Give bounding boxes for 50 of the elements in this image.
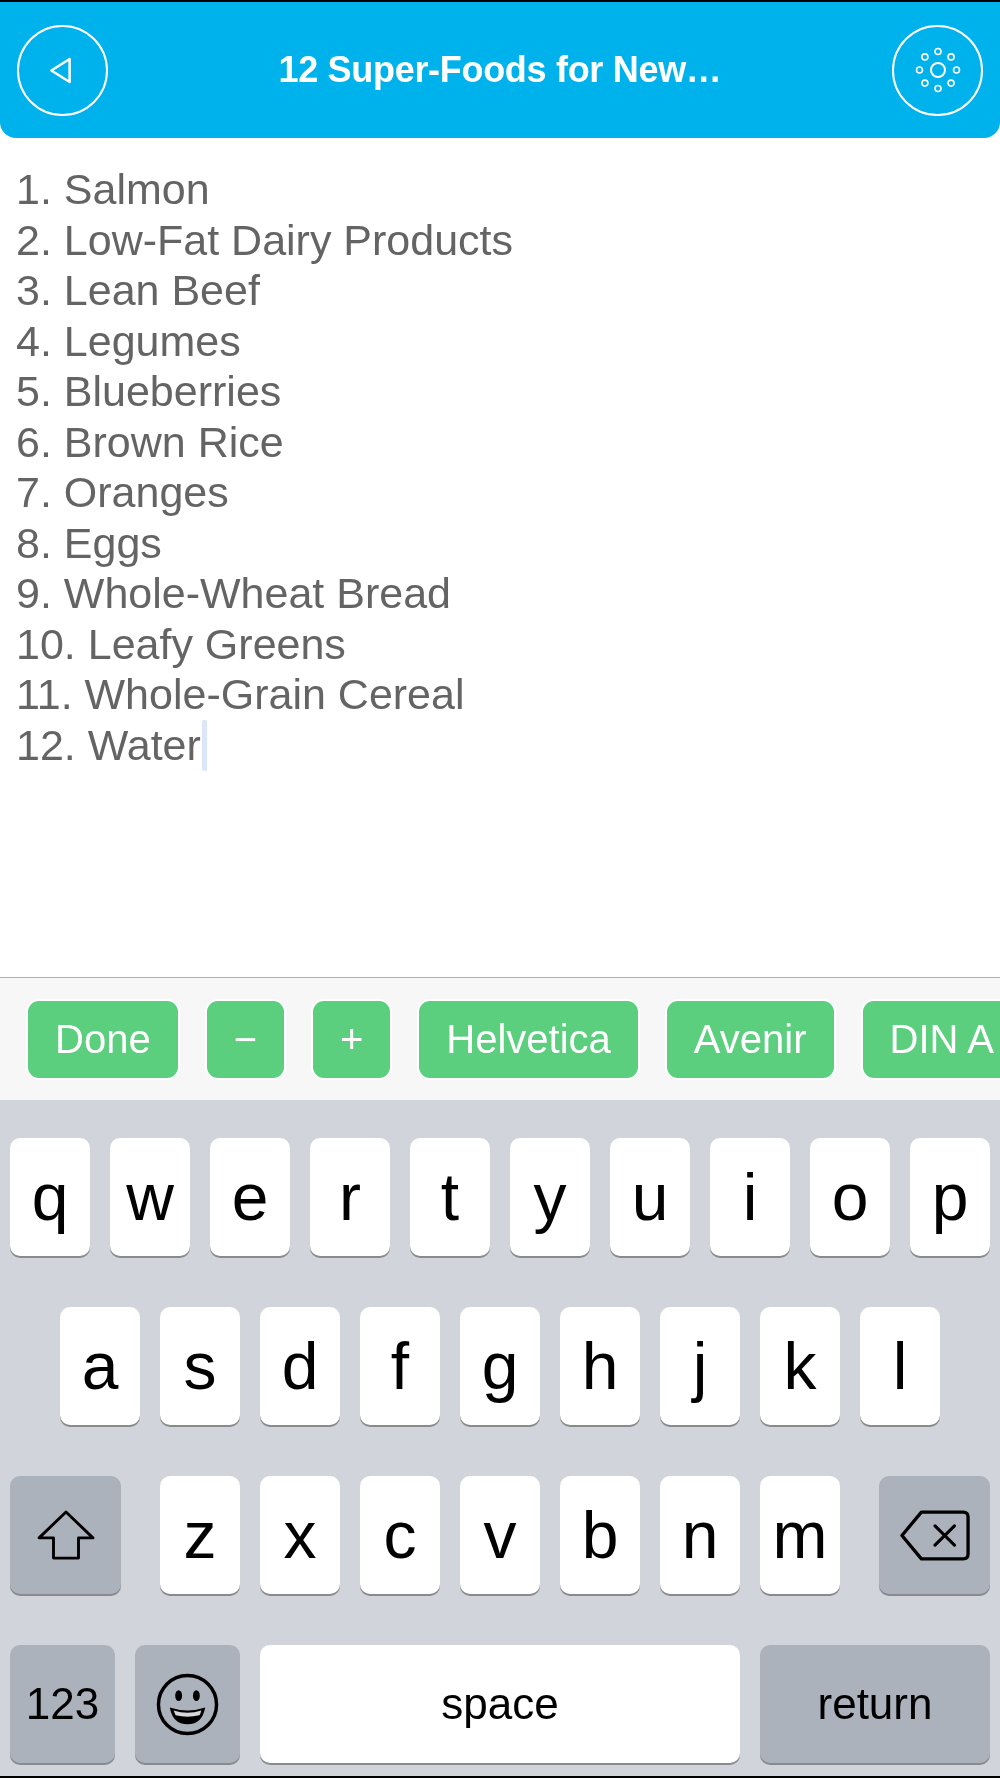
- delete-key[interactable]: [879, 1476, 990, 1594]
- letter-key[interactable]: s: [160, 1307, 240, 1425]
- dot-ring-icon: [914, 47, 961, 93]
- shift-key[interactable]: [10, 1476, 121, 1594]
- space-bar[interactable]: space: [260, 1645, 740, 1763]
- letter-key[interactable]: f: [360, 1307, 440, 1425]
- text-line: 1. Salmon: [16, 164, 210, 215]
- text-line: 3. Lean Beef: [16, 265, 260, 316]
- text-line: 5. Blueberries: [16, 366, 282, 417]
- numbers-key[interactable]: 123: [10, 1645, 115, 1763]
- text-line: 12. Water: [16, 719, 201, 770]
- letter-key[interactable]: t: [410, 1138, 490, 1256]
- letter-key[interactable]: u: [610, 1138, 690, 1256]
- text-line: 7. Oranges: [16, 467, 229, 518]
- left-triangle-icon: [49, 56, 72, 84]
- emoji-key[interactable]: [135, 1645, 240, 1763]
- letter-key[interactable]: z: [160, 1476, 240, 1594]
- letter-key[interactable]: b: [560, 1476, 640, 1594]
- text-line: 11. Whole-Grain Cereal: [16, 669, 465, 720]
- text-line: 4. Legumes: [16, 315, 241, 366]
- letter-key[interactable]: w: [110, 1138, 190, 1256]
- backspace-icon: [899, 1509, 970, 1561]
- letter-key[interactable]: o: [810, 1138, 890, 1256]
- letter-key[interactable]: g: [460, 1307, 540, 1425]
- text-line: 9. Whole-Wheat Bread: [16, 568, 451, 619]
- letter-key[interactable]: d: [260, 1307, 340, 1425]
- up-arrow-icon: [36, 1510, 95, 1560]
- letter-key[interactable]: j: [660, 1307, 740, 1425]
- text-line: 8. Eggs: [16, 517, 162, 568]
- letter-key[interactable]: c: [360, 1476, 440, 1594]
- letter-key[interactable]: q: [10, 1138, 90, 1256]
- letter-key[interactable]: y: [510, 1138, 590, 1256]
- letter-key[interactable]: p: [910, 1138, 990, 1256]
- letter-key[interactable]: l: [860, 1307, 940, 1425]
- text-line: 6. Brown Rice: [16, 416, 284, 467]
- letter-key[interactable]: h: [560, 1307, 640, 1425]
- page-title: 12 Super-Foods for New…: [278, 49, 722, 91]
- letter-key[interactable]: m: [760, 1476, 840, 1594]
- letter-key[interactable]: r: [310, 1138, 390, 1256]
- letter-key[interactable]: i: [710, 1138, 790, 1256]
- letter-key[interactable]: k: [760, 1307, 840, 1425]
- text-line: 10. Leafy Greens: [16, 618, 346, 669]
- letter-key[interactable]: n: [660, 1476, 740, 1594]
- letter-key[interactable]: x: [260, 1476, 340, 1594]
- letter-key[interactable]: v: [460, 1476, 540, 1594]
- smiley-icon: [156, 1672, 219, 1736]
- return-key[interactable]: return: [760, 1645, 990, 1763]
- letter-key[interactable]: e: [210, 1138, 290, 1256]
- text-line: 2. Low-Fat Dairy Products: [16, 214, 514, 265]
- letter-key[interactable]: a: [60, 1307, 140, 1425]
